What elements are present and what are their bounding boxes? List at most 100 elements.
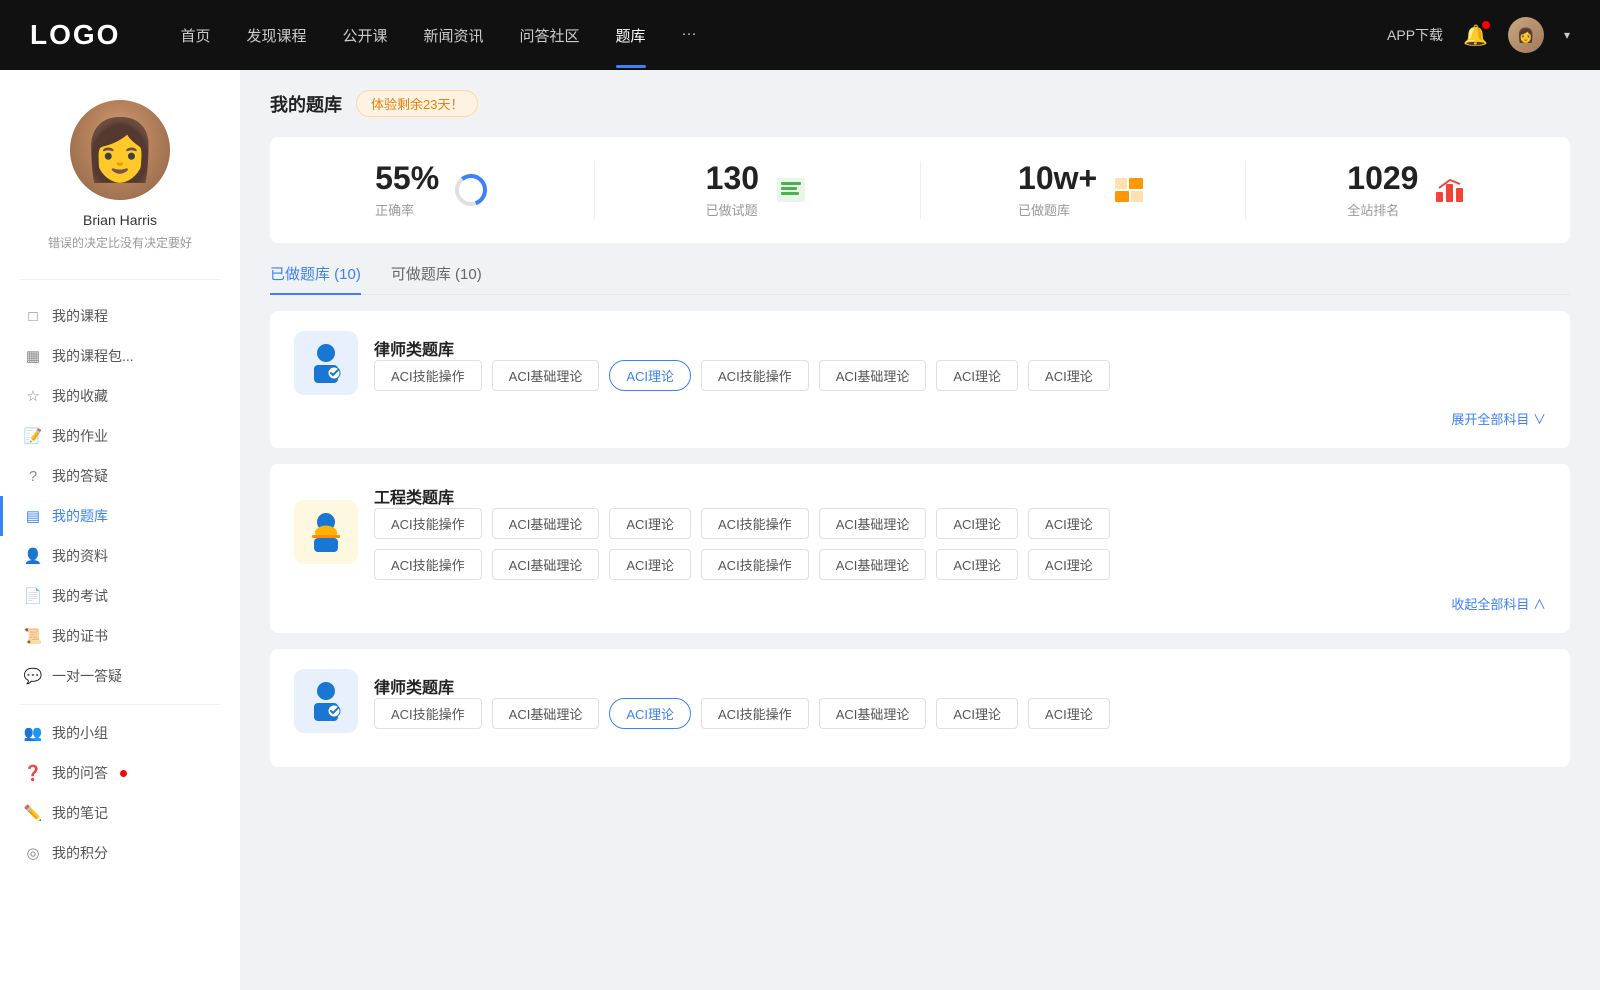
stat-done-banks: 10w+ 已做题库: [921, 161, 1246, 219]
law2-tag-5[interactable]: ACI理论: [936, 698, 1018, 729]
law2-tag-6[interactable]: ACI理论: [1028, 698, 1110, 729]
eng-tag-r2-1[interactable]: ACI基础理论: [492, 549, 600, 580]
questions-count-icon: [773, 172, 809, 208]
bell-icon[interactable]: 🔔: [1463, 23, 1488, 48]
law2-tag-3[interactable]: ACI技能操作: [701, 698, 809, 729]
sidebar-item-my-points[interactable]: ◎ 我的积分: [0, 833, 240, 873]
page-header: 我的题库 体验剩余23天！: [270, 90, 1570, 117]
law2-tag-1[interactable]: ACI基础理论: [492, 698, 600, 729]
sidebar-item-one-on-one[interactable]: 💬 一对一答疑: [0, 656, 240, 696]
bank-title-lawyer-2: 律师类题库: [374, 674, 1546, 698]
nav-qa[interactable]: 问答社区: [520, 21, 580, 50]
bank-tag-3[interactable]: ACI技能操作: [701, 360, 809, 391]
homework-icon: 📝: [24, 427, 42, 445]
stat-rank-label: 全站排名: [1347, 200, 1418, 219]
bank-tag-4[interactable]: ACI基础理论: [819, 360, 927, 391]
bank-tag-1[interactable]: ACI基础理论: [492, 360, 600, 391]
course-pack-icon: ▦: [24, 347, 42, 365]
law2-tag-4[interactable]: ACI基础理论: [819, 698, 927, 729]
sidebar-divider-2: [20, 704, 220, 705]
sidebar-item-my-notes[interactable]: ✏️ 我的笔记: [0, 793, 240, 833]
course-icon: □: [24, 307, 42, 325]
sidebar-avatar: [70, 100, 170, 200]
sidebar-item-my-profile[interactable]: 👤 我的资料: [0, 536, 240, 576]
stat-done-banks-text: 10w+ 已做题库: [1018, 161, 1097, 219]
eng-tag-r2-5[interactable]: ACI理论: [936, 549, 1018, 580]
sidebar-item-my-question-bank[interactable]: ▤ 我的题库: [0, 496, 240, 536]
qa-icon: ?: [24, 467, 42, 485]
eng-tag-5[interactable]: ACI理论: [936, 508, 1018, 539]
bank-header-engineer: 工程类题库 ACI技能操作 ACI基础理论 ACI理论 ACI技能操作 ACI基…: [294, 484, 1546, 580]
bank-icon-lawyer-2: [294, 669, 358, 733]
page-title: 我的题库: [270, 91, 342, 117]
stat-done-banks-value: 10w+: [1018, 161, 1097, 196]
sidebar-item-my-course[interactable]: □ 我的课程: [0, 296, 240, 336]
eng-tag-3[interactable]: ACI技能操作: [701, 508, 809, 539]
menu-label-my-qa: 我的答疑: [52, 466, 108, 486]
bank-title-engineer: 工程类题库: [374, 484, 1546, 508]
stat-rank-value: 1029: [1347, 161, 1418, 196]
nav-more[interactable]: ···: [682, 21, 697, 50]
nav-news[interactable]: 新闻资讯: [424, 21, 484, 50]
sidebar-item-my-favorites[interactable]: ☆ 我的收藏: [0, 376, 240, 416]
logo: LOGO: [30, 19, 120, 51]
app-download-button[interactable]: APP下载: [1387, 25, 1443, 45]
sidebar-item-my-homework[interactable]: 📝 我的作业: [0, 416, 240, 456]
menu-label-my-exam: 我的考试: [52, 586, 108, 606]
bank-title-lawyer-1: 律师类题库: [374, 336, 1546, 360]
stat-done-questions-label: 已做试题: [706, 200, 759, 219]
sidebar-item-my-group[interactable]: 👥 我的小组: [0, 713, 240, 753]
avatar[interactable]: 👩: [1508, 17, 1544, 53]
eng-tag-2[interactable]: ACI理论: [609, 508, 691, 539]
law2-tag-2[interactable]: ACI理论: [609, 698, 691, 729]
questions-icon: ❓: [24, 764, 42, 782]
eng-tag-0[interactable]: ACI技能操作: [374, 508, 482, 539]
eng-tag-r2-3[interactable]: ACI技能操作: [701, 549, 809, 580]
sidebar-item-my-qa[interactable]: ? 我的答疑: [0, 456, 240, 496]
nav-open-course[interactable]: 公开课: [342, 21, 387, 50]
sidebar-item-my-exam[interactable]: 📄 我的考试: [0, 576, 240, 616]
main-nav: 首页 发现课程 公开课 新闻资讯 问答社区 题库 ···: [180, 21, 1387, 50]
menu-label-my-homework: 我的作业: [52, 426, 108, 446]
bank-footer-lawyer-1: 展开全部科目 ∨: [294, 409, 1546, 428]
banks-count-icon: [1111, 172, 1147, 208]
bank-tag-2[interactable]: ACI理论: [609, 360, 691, 391]
stat-done-questions-value: 130: [706, 161, 759, 196]
tab-done-banks[interactable]: 已做题库 (10): [270, 263, 361, 294]
accuracy-chart-icon: [453, 172, 489, 208]
eng-tag-6[interactable]: ACI理论: [1028, 508, 1110, 539]
bank-footer-engineer: 收起全部科目 ∧: [294, 594, 1546, 613]
bank-tag-6[interactable]: ACI理论: [1028, 360, 1110, 391]
bank-tag-0[interactable]: ACI技能操作: [374, 360, 482, 391]
bank-tags-lawyer-2: ACI技能操作 ACI基础理论 ACI理论 ACI技能操作 ACI基础理论 AC…: [374, 698, 1546, 729]
eng-tag-r2-6[interactable]: ACI理论: [1028, 549, 1110, 580]
donut-chart-svg: [453, 172, 489, 208]
tab-available-banks[interactable]: 可做题库 (10): [391, 263, 482, 294]
nav-question-bank[interactable]: 题库: [616, 21, 646, 50]
stat-rank-text: 1029 全站排名: [1347, 161, 1418, 219]
menu-label-my-points: 我的积分: [52, 843, 108, 863]
collapse-link-engineer[interactable]: 收起全部科目 ∧: [1451, 594, 1546, 613]
eng-tag-4[interactable]: ACI基础理论: [819, 508, 927, 539]
expand-link-lawyer-1[interactable]: 展开全部科目 ∨: [1451, 409, 1546, 428]
bank-section-lawyer-1: 律师类题库 ACI技能操作 ACI基础理论 ACI理论 ACI技能操作 ACI基…: [270, 311, 1570, 448]
questions-notification-dot: [120, 770, 127, 777]
bank-tag-5[interactable]: ACI理论: [936, 360, 1018, 391]
eng-tag-r2-4[interactable]: ACI基础理论: [819, 549, 927, 580]
eng-tag-r2-0[interactable]: ACI技能操作: [374, 549, 482, 580]
sidebar-item-my-questions[interactable]: ❓ 我的问答: [0, 753, 240, 793]
menu-label-my-certificate: 我的证书: [52, 626, 108, 646]
sidebar-item-my-certificate[interactable]: 📜 我的证书: [0, 616, 240, 656]
menu-label-my-course: 我的课程: [52, 306, 108, 326]
exam-icon: 📄: [24, 587, 42, 605]
nav-discover[interactable]: 发现课程: [246, 21, 306, 50]
sidebar-item-my-course-pack[interactable]: ▦ 我的课程包...: [0, 336, 240, 376]
nav-home[interactable]: 首页: [180, 21, 210, 50]
bank-header-lawyer-2: 律师类题库 ACI技能操作 ACI基础理论 ACI理论 ACI技能操作 ACI基…: [294, 669, 1546, 733]
eng-tag-r2-2[interactable]: ACI理论: [609, 549, 691, 580]
law2-tag-0[interactable]: ACI技能操作: [374, 698, 482, 729]
user-dropdown-icon[interactable]: ▾: [1564, 28, 1570, 42]
header-right: APP下载 🔔 👩 ▾: [1387, 17, 1570, 53]
eng-tag-1[interactable]: ACI基础理论: [492, 508, 600, 539]
menu-label-my-favorites: 我的收藏: [52, 386, 108, 406]
